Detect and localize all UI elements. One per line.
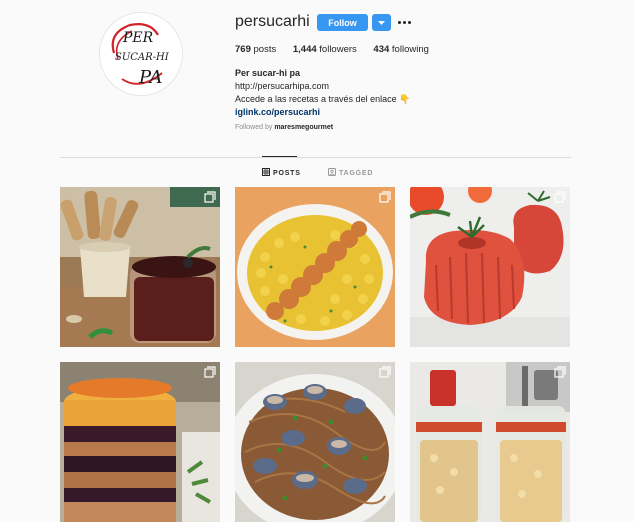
more-options-icon[interactable] [398,14,412,31]
carousel-icon [554,366,566,378]
suggestions-dropdown-button[interactable] [372,14,391,31]
profile-avatar[interactable]: PER SUCAR-HI PA [99,12,183,96]
follow-button[interactable]: Follow [317,14,368,31]
post-image [410,187,570,347]
post-image [60,187,220,347]
carousel-icon [554,191,566,203]
post-image [235,187,395,347]
caret-down-icon [378,21,385,25]
post-thumbnail[interactable] [60,362,220,522]
following-count[interactable]: 434 following [373,44,428,55]
profile-full-name: Per sucar-hi pa [235,68,301,78]
following-label: following [391,44,429,55]
post-thumbnail[interactable] [235,187,395,347]
tab-tagged-label: TAGGED [339,170,374,177]
avatar-line3: PA [138,67,162,88]
followers-count[interactable]: 1,444 followers [293,44,357,55]
post-thumbnail[interactable] [60,187,220,347]
tab-tagged[interactable]: TAGGED [328,168,373,177]
followed-by[interactable]: Followed by maresmegourmet [235,124,333,131]
carousel-icon [379,366,391,378]
avatar-line2: SUCAR-HI [115,52,170,63]
tagged-icon [328,168,336,176]
profile-website: http://persucarhipa.com [235,81,330,91]
carousel-icon [204,191,216,203]
followed-by-user[interactable]: maresmegourmet [274,124,333,131]
tab-posts-label: POSTS [273,170,301,177]
post-thumbnail[interactable] [410,362,570,522]
posts-value: 769 [235,44,251,55]
posts-label: posts [253,44,277,55]
avatar-line1: PER [122,30,154,46]
profile-description: Accede a las recetas a través del enlace… [235,94,411,104]
tabs-divider [60,157,571,158]
carousel-icon [379,191,391,203]
followers-value: 1,444 [292,44,317,55]
followers-label: followers [319,44,357,55]
posts-count: 769 posts [235,44,276,55]
followed-by-prefix: Followed by [235,124,273,131]
profile-link[interactable]: iglink.co/persucarhi [235,106,410,119]
carousel-icon [204,366,216,378]
post-image [60,362,220,522]
post-thumbnail[interactable] [410,187,570,347]
active-tab-indicator [262,156,297,157]
grid-icon [262,168,270,176]
avatar-logo: PER SUCAR-HI PA [100,13,182,95]
profile-bio: Per sucar-hi pa http://persucarhipa.com … [235,67,410,119]
tab-posts[interactable]: POSTS [262,168,301,177]
following-value: 434 [373,44,390,55]
post-image [410,362,570,522]
profile-username: persucarhi [235,13,310,30]
profile-stats: 769 posts 1,444 followers 434 following [235,44,443,55]
post-image [235,362,395,522]
post-thumbnail[interactable] [235,362,395,522]
